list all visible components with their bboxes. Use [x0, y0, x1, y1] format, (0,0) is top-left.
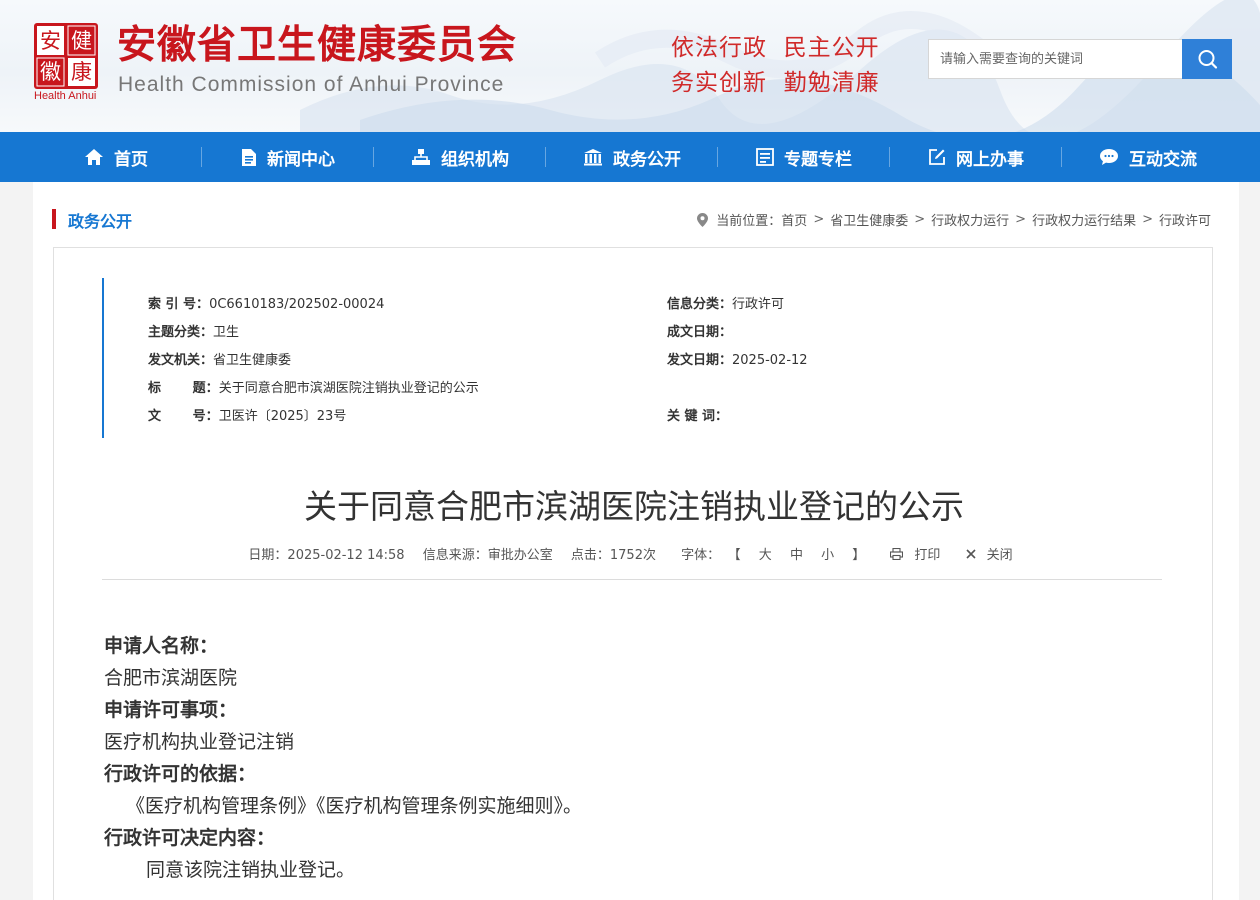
article-paragraph: 《医疗机构管理条例》《医疗机构管理条例实施细则》。: [126, 795, 583, 817]
section-marker: [52, 209, 56, 229]
nav-label: 网上办事: [956, 149, 1024, 170]
nav-item-home[interactable]: 首页: [30, 132, 202, 182]
nav-label: 专题专栏: [784, 149, 852, 170]
main-navigation: 首页 新闻中心 组织机构 政务公开 专题专栏 网上办事 互动交流: [0, 132, 1260, 182]
content-area: 政务公开 当前位置： 首页 > 省卫生健康委 > 行政权力运行 > 行政权力运行…: [33, 182, 1239, 900]
svg-text:健: 健: [71, 29, 92, 53]
site-title[interactable]: 安徽省卫生健康委员会: [117, 22, 517, 70]
document-icon: [242, 148, 256, 166]
search-box: [928, 39, 1232, 79]
breadcrumb-admin-power[interactable]: 行政权力运行: [931, 210, 1009, 229]
svg-text:徽: 徽: [40, 60, 61, 84]
nav-item-special-topics[interactable]: 专题专栏: [718, 132, 890, 182]
section-title: 政务公开: [68, 212, 133, 231]
column-icon: [756, 148, 774, 166]
meta-doc-number: 文 号：卫医许〔2025〕23号: [148, 409, 347, 424]
article-source: 信息来源：审批办公室: [422, 548, 553, 563]
meta-created-date: 成文日期：: [667, 325, 733, 340]
building-icon: [584, 149, 602, 166]
close-icon: [965, 549, 976, 559]
search-button[interactable]: [1182, 39, 1232, 79]
meta-issuer: 发文机关：省卫生健康委: [148, 353, 292, 368]
breadcrumb-prefix: 当前位置：: [716, 214, 782, 229]
search-input[interactable]: [928, 39, 1183, 79]
article-body: 申请人名称： 合肥市滨湖医院 申请许可事项： 医疗机构执业登记注销 行政许可的依…: [104, 630, 1164, 886]
nav-label: 新闻中心: [267, 149, 335, 170]
nav-item-interaction[interactable]: 互动交流: [1062, 132, 1234, 182]
close-button[interactable]: 关闭: [965, 548, 1020, 563]
chat-icon: [1100, 149, 1118, 165]
edit-icon: [929, 149, 945, 165]
search-icon: [1198, 50, 1218, 69]
breadcrumb: 当前位置： 首页 > 省卫生健康委 > 行政权力运行 > 行政权力运行结果 > …: [697, 210, 1211, 229]
article-paragraph: 行政许可决定内容：: [104, 827, 276, 849]
nav-item-online-services[interactable]: 网上办事: [890, 132, 1062, 182]
org-chart-icon: [412, 149, 430, 165]
print-button[interactable]: 打印: [890, 547, 947, 563]
article-title: 关于同意合肥市滨湖医院注销执业登记的公示: [304, 487, 964, 526]
slogan-line-2: 务实创新 勤勉清廉: [671, 70, 880, 96]
meta-topic: 主题分类：卫生: [148, 325, 240, 340]
health-anhui-seal-logo: 安 健 徽 康: [34, 23, 98, 89]
nav-item-organization[interactable]: 组织机构: [374, 132, 546, 182]
article-views: 点击：1752次: [570, 548, 656, 563]
location-pin-icon: [697, 212, 709, 227]
breadcrumb-home[interactable]: 首页: [781, 210, 807, 229]
font-large-link[interactable]: 大: [759, 548, 772, 563]
breadcrumb-commission[interactable]: 省卫生健康委: [830, 210, 908, 229]
nav-label: 首页: [114, 149, 148, 170]
article-info-bar: 日期：2025-02-12 14:58 信息来源：审批办公室 点击：1752次 …: [54, 544, 1214, 563]
article-paragraph: 合肥市滨湖医院: [104, 667, 238, 689]
document-metadata: 索 引 号：0C6610183/202502-00024 信息分类：行政许可 主…: [102, 278, 1162, 438]
nav-item-news[interactable]: 新闻中心: [202, 132, 374, 182]
meta-title: 标 题：关于同意合肥市滨湖医院注销执业登记的公示: [148, 381, 479, 396]
font-small-link[interactable]: 小: [821, 548, 834, 563]
article-divider: [102, 579, 1162, 580]
logo-caption: Health Anhui: [34, 90, 97, 102]
article-paragraph: 医疗机构执业登记注销: [104, 731, 295, 753]
slogan-line-1: 依法行政 民主公开: [671, 35, 880, 61]
font-size-control: 字体：【 大 中 小 】: [681, 548, 866, 563]
article-date: 日期：2025-02-12 14:58: [248, 548, 405, 563]
article-paragraph: 申请人名称：: [104, 635, 219, 657]
nav-label: 政务公开: [613, 149, 681, 170]
nav-item-government-affairs[interactable]: 政务公开: [546, 132, 718, 182]
article-paragraph: 同意该院注销执业登记。: [146, 859, 356, 881]
svg-text:康: 康: [71, 60, 92, 84]
svg-text:安: 安: [40, 29, 61, 53]
article-paragraph: 行政许可的依据：: [104, 763, 257, 785]
meta-keywords: 关 键 词：: [667, 409, 729, 424]
meta-category: 信息分类：行政许可: [667, 297, 785, 312]
printer-icon: [890, 547, 904, 561]
site-header: 安 健 徽 康 Health Anhui 安徽省卫生健康委员会 Health C…: [0, 0, 1260, 132]
article-panel: 索 引 号：0C6610183/202502-00024 信息分类：行政许可 主…: [53, 247, 1213, 900]
meta-issue-date: 发文日期：2025-02-12: [667, 353, 808, 368]
font-medium-link[interactable]: 中: [790, 548, 803, 563]
home-icon: [85, 149, 103, 165]
nav-label: 互动交流: [1129, 149, 1197, 170]
breadcrumb-admin-power-results[interactable]: 行政权力运行结果: [1032, 210, 1136, 229]
meta-index: 索 引 号：0C6610183/202502-00024: [148, 297, 385, 312]
article-paragraph: 申请许可事项：: [104, 699, 238, 721]
nav-label: 组织机构: [441, 149, 509, 170]
breadcrumb-admin-license[interactable]: 行政许可: [1159, 210, 1211, 229]
site-subtitle: Health Commission of Anhui Province: [118, 73, 505, 96]
